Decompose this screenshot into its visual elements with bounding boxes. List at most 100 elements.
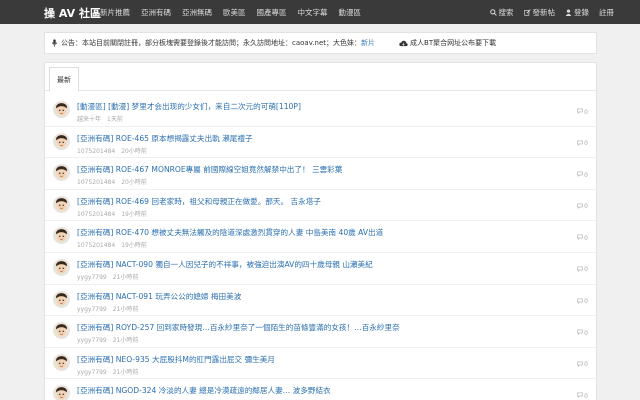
topic-time: 20小時前 xyxy=(121,147,147,155)
search-link[interactable]: 搜索 xyxy=(489,7,514,18)
comment-icon xyxy=(577,392,584,400)
reply-count: 0 xyxy=(577,329,588,337)
topic-row[interactable]: [亞洲有碼] ROYD-257 回到家時發現…百永紗里奈了一個陌生的苗條豐滿的女… xyxy=(45,316,596,348)
comment-icon xyxy=(577,203,584,211)
sister-site-label: ；大色妹： xyxy=(326,39,362,47)
reply-count: 0 xyxy=(577,298,588,306)
tab-bar: 最新 xyxy=(45,63,596,92)
bt-site-link[interactable]: 成人BT聚合网址公布要下載 xyxy=(410,38,496,48)
topic-time: 21小時前 xyxy=(112,305,139,313)
avatar[interactable] xyxy=(53,132,70,150)
topic-title-link[interactable]: [亞洲有碼] ROE-470 想被丈夫無法觸及的陰道深處激烈貫穿的人妻 中島美南… xyxy=(77,227,383,238)
topic-title-link[interactable]: [亞洲有碼] NEO-935 大屁股抖M的肛門露出屁交 彌生美月 xyxy=(77,354,275,365)
reply-count: 0 xyxy=(577,234,588,242)
topic-time: 1天前 xyxy=(107,116,123,123)
reply-count-value: 0 xyxy=(584,266,588,274)
topic-author[interactable]: yygy7799 xyxy=(77,337,107,344)
reply-count: 0 xyxy=(577,361,588,369)
avatar[interactable] xyxy=(53,258,70,276)
topic-meta: yygy7799 21小時前 xyxy=(77,367,144,376)
nav-link-anime[interactable]: 動漫區 xyxy=(339,7,362,18)
topic-row[interactable]: [亞洲有碼] ROE-470 想被丈夫無法觸及的陰道深處激烈貫穿的人妻 中島美南… xyxy=(45,221,596,253)
nav-link-new-releases[interactable]: 新片推薦 xyxy=(100,7,130,18)
new-post-label: 發新帖 xyxy=(532,8,556,17)
site-logo[interactable]: 操 AV 社區 xyxy=(44,5,101,21)
topic-row[interactable]: [亞洲有碼] NGOD-324 冷淡的人妻 總是冷漠疏遠的鄰居人妻… 波多野結衣… xyxy=(45,379,596,400)
reply-count: 0 xyxy=(577,140,588,148)
topic-author[interactable]: 1075201484 xyxy=(77,242,115,249)
topic-row[interactable]: [亞洲有碼] ROE-465 原本想揭露丈夫出軌 瀨尾禮子 1075201484 2… xyxy=(45,127,596,159)
topic-meta: yygy7799 21小時前 xyxy=(77,272,144,281)
topic-list-panel: 最新 [動漫區] [動漫] 梦里才会出现的少女们，来自二次元的可萌[110P] 越… xyxy=(44,62,597,400)
announcement-label: 公告： xyxy=(61,39,82,47)
topic-row[interactable]: [亞洲有碼] ROE-469 回老家時，祖父和母親正在做愛。那天。 吉永塔子 10… xyxy=(45,190,596,222)
avatar[interactable] xyxy=(53,353,70,371)
topic-title-link[interactable]: [亞洲有碼] ROYD-257 回到家時發現…百永紗里奈了一個陌生的苗條豐滿的女… xyxy=(77,322,400,333)
reply-count-value: 0 xyxy=(584,234,588,242)
cloud-download-icon xyxy=(399,40,408,46)
avatar[interactable] xyxy=(53,385,70,400)
reply-count-value: 0 xyxy=(584,329,588,337)
topic-author[interactable]: 1075201484 xyxy=(77,179,115,186)
tab-latest[interactable]: 最新 xyxy=(49,67,79,92)
avatar[interactable] xyxy=(53,227,70,245)
topic-author[interactable]: yygy7799 xyxy=(77,306,107,313)
top-navbar: 操 AV 社區 新片推薦 亞洲有碼 亞洲無碼 歐美區 國產專區 中文字幕 動漫區… xyxy=(0,0,640,24)
topic-row[interactable]: [亞洲有碼] NEO-935 大屁股抖M的肛門露出屁交 彌生美月 yygy7799… xyxy=(45,348,596,380)
topic-meta: yygy7799 21小時前 xyxy=(77,335,144,344)
topic-meta: 1075201484 20小時前 xyxy=(77,146,153,155)
topic-title-link[interactable]: [亞洲有碼] NACT-091 玩弄公公的媳婦 梅田美波 xyxy=(77,291,241,302)
edit-icon xyxy=(523,9,531,16)
topic-title-link[interactable]: [亞洲有碼] ROE-469 回老家時，祖父和母親正在做愛。那天。 吉永塔子 xyxy=(77,196,321,207)
topic-time: 20小時前 xyxy=(121,179,147,187)
announcement-text: 本站目前關閉註冊，部分板塊需要登錄後才能訪問；永久訪問地址： xyxy=(82,39,292,47)
topic-title-link[interactable]: [亞洲有碼] ROE-465 原本想揭露丈夫出軌 瀨尾禮子 xyxy=(77,133,253,144)
topic-meta: 越来十年 1天前 xyxy=(77,114,129,123)
reply-count-value: 0 xyxy=(584,298,588,306)
comment-icon xyxy=(577,108,584,116)
login-link[interactable]: 登錄 xyxy=(565,7,589,18)
nav-link-western[interactable]: 歐美區 xyxy=(223,7,246,18)
topic-time: 21小時前 xyxy=(112,337,139,345)
avatar[interactable] xyxy=(53,164,70,182)
topic-time: 21小時前 xyxy=(112,368,139,376)
avatar[interactable] xyxy=(53,101,70,118)
reply-count-value: 0 xyxy=(584,361,588,369)
comment-icon xyxy=(577,329,584,337)
topic-meta: 1075201484 19小時前 xyxy=(77,240,153,249)
topic-title-link[interactable]: [亞洲有碼] NACT-090 獨自一人因兒子的不祥事，被強迫出演AV的四十歲母… xyxy=(77,259,373,270)
avatar[interactable] xyxy=(53,195,70,213)
register-link[interactable]: 註冊 xyxy=(599,7,614,18)
sister-site-link[interactable]: 新片 xyxy=(361,38,375,48)
topic-title-link[interactable]: [動漫區] [動漫] 梦里才会出现的少女们，来自二次元的可萌[110P] xyxy=(77,101,301,112)
topic-author[interactable]: 1075201484 xyxy=(77,211,115,218)
topic-row[interactable]: [亞洲有碼] NACT-090 獨自一人因兒子的不祥事，被強迫出演AV的四十歲母… xyxy=(45,253,596,285)
search-label: 搜索 xyxy=(498,8,514,17)
reply-count: 0 xyxy=(577,203,588,211)
topic-title-link[interactable]: [亞洲有碼] NGOD-324 冷淡的人妻 總是冷漠疏遠的鄰居人妻… 波多野結衣 xyxy=(77,385,331,396)
avatar[interactable] xyxy=(53,322,70,340)
login-label: 登錄 xyxy=(574,8,589,17)
nav-links: 新片推薦 亞洲有碼 亞洲無碼 歐美區 國產專區 中文字幕 動漫區 xyxy=(100,7,372,18)
search-icon xyxy=(489,9,497,16)
nav-link-asia-uncensored[interactable]: 亞洲無碼 xyxy=(182,7,212,18)
avatar[interactable] xyxy=(53,290,70,308)
topic-author[interactable]: 越来十年 xyxy=(77,116,101,123)
announcement-bar: 公告： 本站目前關閉註冊，部分板塊需要登錄後才能訪問；永久訪問地址： caoav… xyxy=(44,32,597,54)
topic-row[interactable]: [動漫區] [動漫] 梦里才会出现的少女们，来自二次元的可萌[110P] 越来十年… xyxy=(45,95,596,127)
reply-count-value: 0 xyxy=(584,392,588,400)
nav-link-asia-censored[interactable]: 亞洲有碼 xyxy=(141,7,171,18)
nav-link-domestic[interactable]: 國產專區 xyxy=(257,7,287,18)
nav-link-chinese-subtitles[interactable]: 中文字幕 xyxy=(298,7,328,18)
topic-row[interactable]: [亞洲有碼] ROE-467 MONROE專屬 前國際線空姐竟然解禁中出了！ 三… xyxy=(45,158,596,190)
topic-author[interactable]: yygy7799 xyxy=(77,369,107,376)
new-post-link[interactable]: 發新帖 xyxy=(523,7,556,18)
topic-title-link[interactable]: [亞洲有碼] ROE-467 MONROE專屬 前國際線空姐竟然解禁中出了！ 三… xyxy=(77,164,342,175)
comment-icon xyxy=(577,298,584,306)
reply-count: 0 xyxy=(577,108,588,116)
domain-link[interactable]: caoav.net xyxy=(292,39,326,47)
topic-author[interactable]: 1075201484 xyxy=(77,148,115,155)
topic-author[interactable]: yygy7799 xyxy=(77,274,107,281)
topic-row[interactable]: [亞洲有碼] NACT-091 玩弄公公的媳婦 梅田美波 yygy7799 21小時… xyxy=(45,285,596,317)
topic-meta: 1075201484 20小時前 xyxy=(77,177,153,186)
